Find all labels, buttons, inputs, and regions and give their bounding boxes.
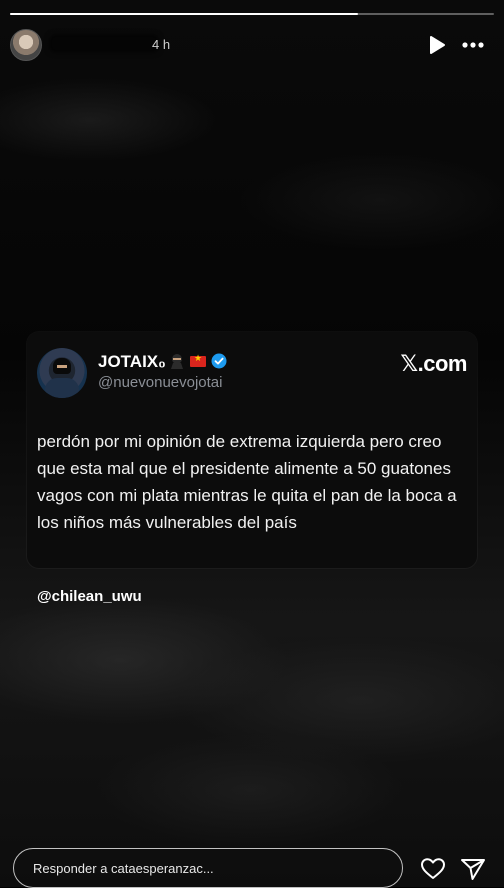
ninja-emoji-icon [171,354,183,369]
vietnam-flag-icon [190,353,206,367]
reply-input[interactable]: Responder a cataesperanzac... [13,848,403,888]
story-progress-bar [10,13,494,15]
author-avatar[interactable] [10,29,42,61]
time-ago: 4 h [152,37,171,52]
verified-badge-icon [211,353,227,369]
more-options-icon[interactable] [461,35,485,55]
tweet-card[interactable]: JOTAIX₀ @nuevonuevojotai 𝕏.com perdón po… [27,332,477,568]
heart-icon[interactable] [420,857,446,881]
x-logo: 𝕏.com [400,351,467,377]
story-header: 4 h [10,29,494,61]
reply-placeholder: Responder a cataesperanzac... [33,861,214,876]
x-icon: 𝕏 [400,352,418,377]
x-domain-label: .com [417,351,468,376]
tweet-badges [169,352,227,370]
tweet-display-name: JOTAIX₀ [98,352,166,371]
tweet-text: perdón por mi opinión de extrema izquier… [37,432,457,532]
tweet-handle: @nuevonuevojotai [98,374,223,391]
tweet-author-avatar [37,348,87,398]
share-icon[interactable] [460,857,486,881]
mention-sticker[interactable]: @chilean_uwu [37,588,142,605]
story-progress-fill [10,13,359,15]
play-icon[interactable] [428,35,446,55]
redacted-username [52,37,156,50]
